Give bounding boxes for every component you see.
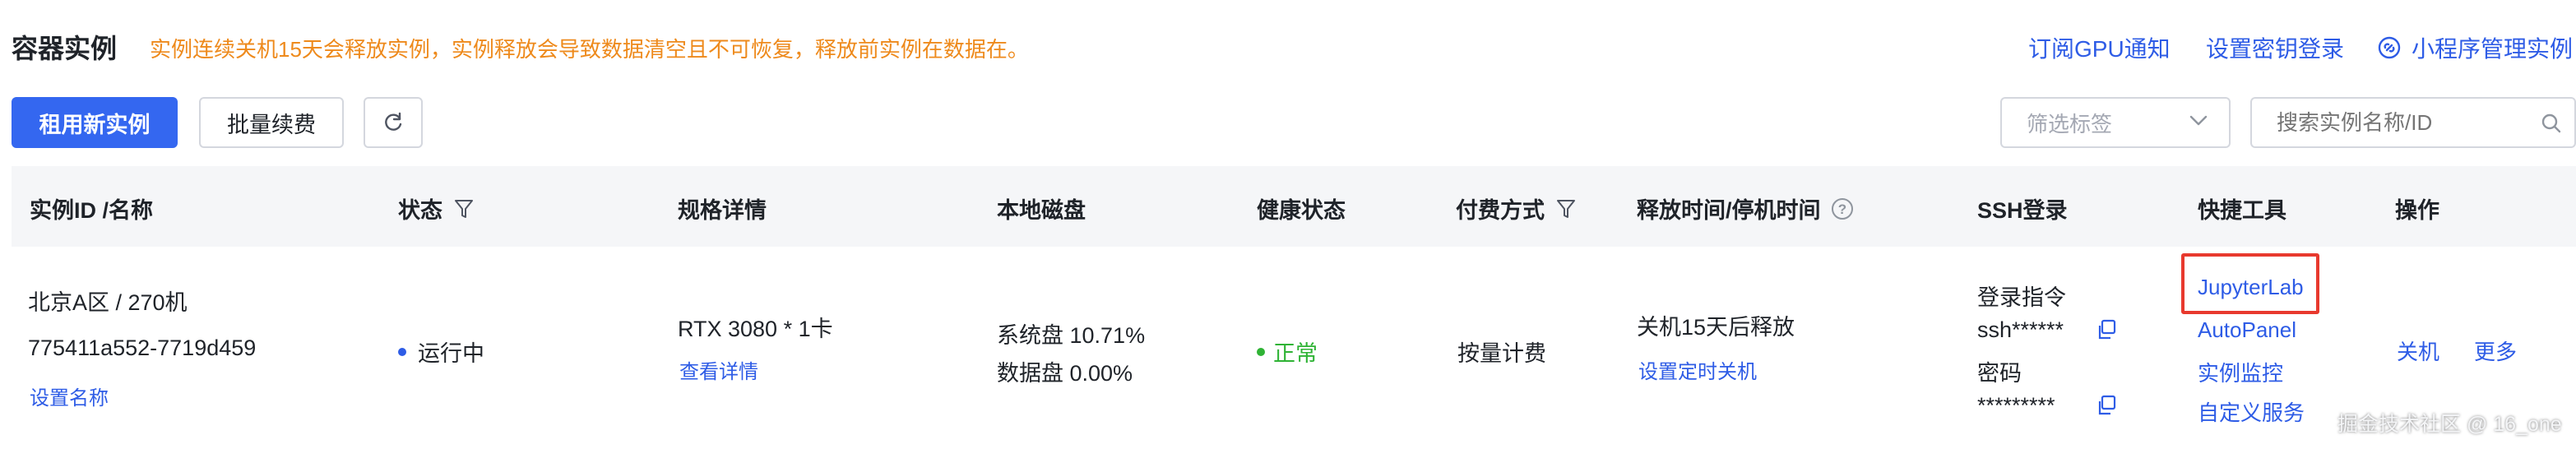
shutdown-button[interactable]: 关机 xyxy=(2397,336,2439,366)
col-id-name: 实例ID /名称 xyxy=(30,198,154,223)
col-release-time-label: 释放时间/停机时间 xyxy=(1637,198,1821,223)
col-tools: 快捷工具 xyxy=(2198,198,2286,223)
watermark: 掘金技术社区 @ 16_one xyxy=(2337,413,2562,436)
release-policy: 关机15天后释放 xyxy=(1637,315,1795,340)
help-icon[interactable]: ? xyxy=(1831,197,1854,220)
jupyterlab-link[interactable]: JupyterLab xyxy=(2198,275,2304,300)
batch-renew-button[interactable]: 批量续费 xyxy=(199,97,344,148)
col-actions: 操作 xyxy=(2395,198,2439,223)
billing-method: 按量计费 xyxy=(1457,341,1546,366)
data-disk-usage: 数据盘 0.00% xyxy=(997,361,1133,386)
tag-filter-placeholder: 筛选标签 xyxy=(2027,111,2113,137)
filter-icon[interactable] xyxy=(1556,198,1576,220)
col-billing-label: 付费方式 xyxy=(1456,198,1545,223)
col-release-time: 释放时间/停机时间 ? xyxy=(1637,192,1854,224)
tag-filter-select[interactable]: 筛选标签 xyxy=(2000,97,2231,148)
page-title: 容器实例 xyxy=(12,34,118,63)
col-disk: 本地磁盘 xyxy=(997,198,1086,223)
view-details-link[interactable]: 查看详情 xyxy=(679,355,758,384)
more-actions-button[interactable]: 更多 xyxy=(2474,336,2517,366)
login-cmd-label: 登录指令 xyxy=(1977,285,2066,310)
status-dot xyxy=(398,347,406,356)
health-status: 正常 xyxy=(1257,336,1318,368)
release-warning: 实例连续关机15天会释放实例，实例释放会导致数据清空且不可恢复，释放前实例在数据… xyxy=(150,37,1029,62)
chevron-down-icon xyxy=(2189,115,2208,127)
svg-text:?: ? xyxy=(1837,201,1846,217)
spec-value: RTX 3080 * 1卡 xyxy=(678,317,833,341)
search-field[interactable] xyxy=(2250,97,2576,148)
copy-icon[interactable] xyxy=(2096,319,2117,340)
instance-id: 775411a552-7719d459 xyxy=(28,336,257,360)
health-label: 正常 xyxy=(1273,341,1318,366)
instance-monitor-link[interactable]: 实例监控 xyxy=(2198,357,2283,387)
password-value: ********* xyxy=(1977,393,2055,418)
status-badge: 运行中 xyxy=(398,336,484,368)
system-disk-usage: 系统盘 10.71% xyxy=(997,323,1146,348)
set-timer-shutdown-link[interactable]: 设置定时关机 xyxy=(1638,355,1757,384)
link-icon xyxy=(2377,35,2402,60)
rent-new-instance-button[interactable]: 租用新实例 xyxy=(12,97,178,148)
col-ssh: SSH登录 xyxy=(1977,198,2068,223)
status-label: 运行中 xyxy=(418,341,484,366)
col-status-label: 状态 xyxy=(398,198,442,223)
autopanel-link[interactable]: AutoPanel xyxy=(2198,317,2296,343)
password-label: 密码 xyxy=(1977,361,2022,386)
gpu-notify-link[interactable]: 订阅GPU通知 xyxy=(2028,31,2171,64)
set-key-login-link[interactable]: 设置密钥登录 xyxy=(2206,31,2344,64)
col-spec: 规格详情 xyxy=(678,198,767,223)
col-status: 状态 xyxy=(398,192,474,224)
search-icon[interactable] xyxy=(2540,112,2563,135)
set-name-link[interactable]: 设置名称 xyxy=(30,382,109,410)
refresh-button[interactable] xyxy=(364,97,423,148)
copy-icon[interactable] xyxy=(2096,395,2117,416)
filter-icon[interactable] xyxy=(454,198,474,220)
search-input[interactable] xyxy=(2277,109,2523,136)
col-health: 健康状态 xyxy=(1257,198,1346,223)
health-dot xyxy=(1257,347,1265,356)
mini-program-label: 小程序管理实例 xyxy=(2412,36,2574,62)
custom-service-link[interactable]: 自定义服务 xyxy=(2198,396,2305,427)
login-cmd-value: ssh****** xyxy=(1977,317,2064,342)
col-billing: 付费方式 xyxy=(1456,192,1576,224)
refresh-icon xyxy=(382,111,405,134)
instance-name-link[interactable]: 北京A区 / 270机 xyxy=(28,285,188,317)
mini-program-link[interactable]: 小程序管理实例 xyxy=(2377,31,2573,64)
